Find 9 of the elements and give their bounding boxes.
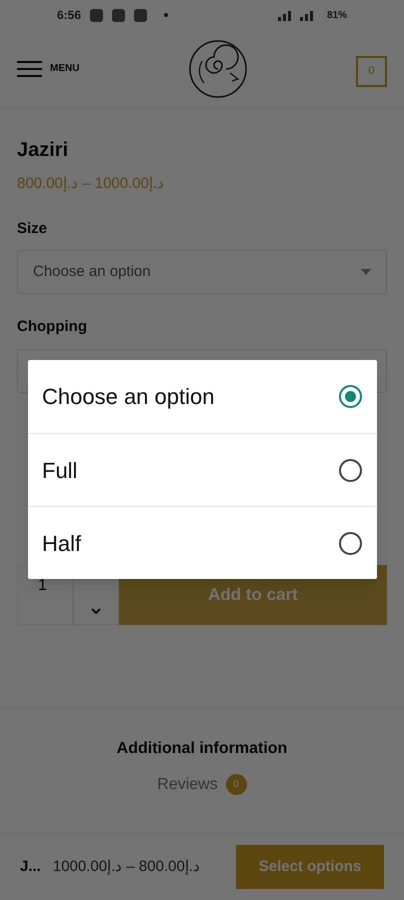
battery-level: 81% <box>326 8 347 22</box>
field-label: Size <box>17 218 48 238</box>
count-badge: 0 <box>226 774 247 795</box>
sticky-product-title: J... <box>20 856 41 877</box>
status-time: 6:56 <box>57 7 82 24</box>
field-label: Chopping <box>17 317 88 337</box>
sticky-price: 1000.00إ.د – 800.00إ.د <box>52 856 200 877</box>
product-price: 800.00إ.د – 1000.00إ.د <box>17 174 166 194</box>
product-title: Jaziri <box>17 138 70 163</box>
